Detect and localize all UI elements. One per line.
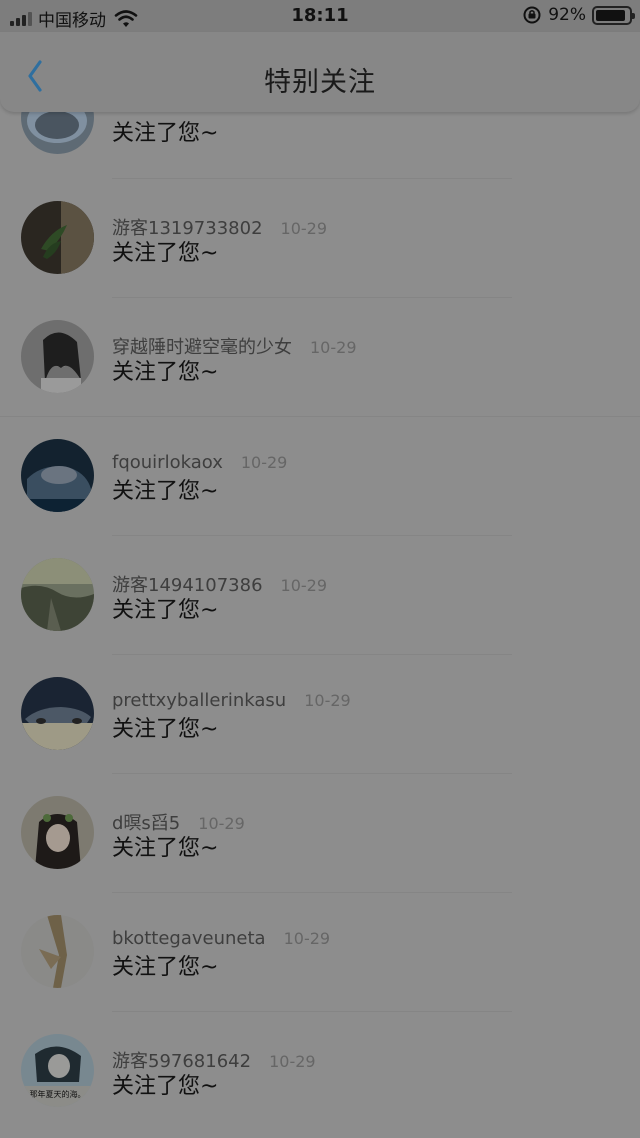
message-text: 关注了您~ — [112, 598, 219, 623]
message-text: 关注了您~ — [112, 241, 219, 266]
avatar[interactable] — [21, 796, 94, 869]
list-item[interactable]: bkottegaveuneta 10-29 关注了您~ — [0, 892, 640, 1011]
avatar[interactable] — [21, 677, 94, 750]
message-text: 关注了您~ — [112, 836, 219, 861]
avatar[interactable] — [21, 915, 94, 988]
message-text: 关注了您~ — [112, 955, 219, 980]
date-label: 10-29 — [269, 1052, 316, 1071]
list-item[interactable]: 那年夏天的海。 游客597681642 10-29 关注了您~ — [0, 1011, 640, 1130]
rotation-lock-icon — [523, 6, 541, 24]
name-line: bkottegaveuneta 10-29 — [112, 928, 330, 949]
avatar[interactable] — [21, 558, 94, 631]
username[interactable]: bkottegaveuneta — [112, 928, 266, 949]
battery-level-fill — [596, 9, 626, 21]
date-label: 10-29 — [310, 338, 357, 357]
message-text: 关注了您~ — [112, 121, 219, 146]
status-right: 92% — [522, 5, 635, 25]
avatar[interactable] — [21, 201, 94, 274]
battery-percent: 92% — [548, 5, 586, 25]
list-item[interactable]: d暝s舀5 10-29 关注了您~ — [0, 773, 640, 892]
battery-icon — [592, 5, 635, 25]
avatar-caption: 那年夏天的海。 — [30, 1089, 86, 1099]
username[interactable]: fqouirlokaox — [112, 452, 223, 473]
username[interactable]: prettxyballerinkasu — [112, 690, 286, 711]
notification-screen: 关注了您~ 游客1319733802 10-29 关注了您~ 穿越陲时避空毫的少… — [0, 0, 640, 1138]
message-text: 关注了您~ — [112, 717, 219, 742]
navigation-bar: 特别关注 — [0, 32, 640, 112]
avatar[interactable]: 那年夏天的海。 — [21, 1034, 94, 1107]
list-item[interactable]: fqouirlokaox 10-29 关注了您~ — [0, 416, 640, 535]
status-bar: 中国移动 18:11 92% — [0, 0, 640, 32]
message-text: 关注了您~ — [112, 479, 219, 504]
avatar[interactable] — [21, 439, 94, 512]
list-item[interactable]: prettxyballerinkasu 10-29 关注了您~ — [0, 654, 640, 773]
date-label: 10-29 — [283, 929, 331, 948]
name-line: fqouirlokaox 10-29 — [112, 452, 287, 473]
name-line: prettxyballerinkasu 10-29 — [112, 690, 351, 711]
date-label: 10-29 — [280, 576, 328, 595]
list-item[interactable]: 游客1494107386 10-29 关注了您~ — [0, 535, 640, 654]
page-title: 特别关注 — [264, 67, 376, 98]
list-item[interactable]: 穿越陲时避空毫的少女 10-29 关注了您~ — [0, 297, 640, 416]
message-text: 关注了您~ — [112, 1074, 219, 1099]
list-item[interactable]: 游客1319733802 10-29 关注了您~ — [0, 178, 640, 297]
date-label: 10-29 — [280, 219, 328, 238]
date-label: 10-29 — [240, 453, 288, 472]
date-label: 10-29 — [304, 691, 351, 710]
avatar[interactable] — [21, 320, 94, 393]
message-text: 关注了您~ — [112, 360, 219, 385]
